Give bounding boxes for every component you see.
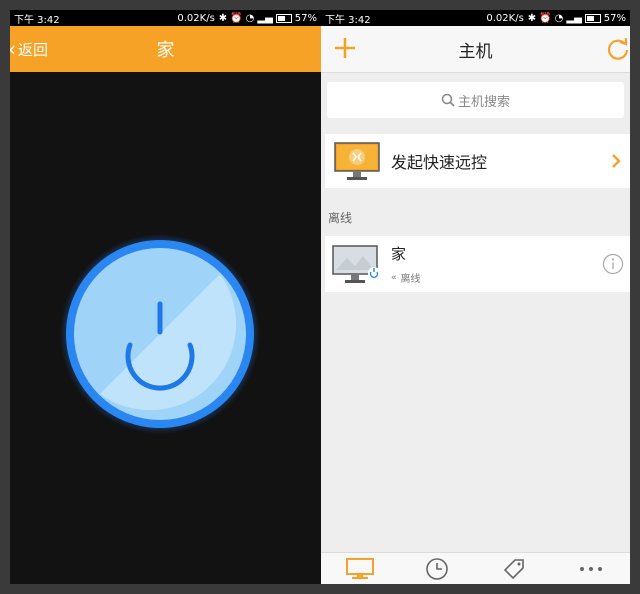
wifi-icon: ◔ bbox=[554, 12, 564, 24]
more-icon bbox=[580, 567, 603, 571]
search-icon bbox=[441, 93, 455, 107]
section-offline-label: 离线 bbox=[328, 211, 353, 225]
status-bar-right: 下午 3:42 0.02K/s ✱ ⏰ ◔ ▂▄ 57% bbox=[321, 10, 630, 26]
bluetooth-icon: ✱ bbox=[527, 12, 537, 24]
chevron-right-icon bbox=[612, 154, 621, 168]
battery-fill bbox=[277, 15, 285, 21]
right-header: 主机 bbox=[321, 26, 630, 73]
chevron-left-icon: ‹ bbox=[10, 37, 16, 61]
search-input[interactable]: 主机搜索 bbox=[327, 82, 624, 118]
wifi-icon: ◔ bbox=[245, 12, 255, 24]
host-item[interactable]: 家 « 离线 bbox=[325, 236, 630, 292]
power-button[interactable] bbox=[60, 234, 260, 434]
bluetooth-icon: ✱ bbox=[218, 12, 228, 24]
host-text: 家 « 离线 bbox=[391, 243, 602, 285]
status-network-speed: 0.02K/s bbox=[177, 12, 215, 24]
quick-remote-monitor-icon bbox=[334, 142, 380, 180]
host-status: « 离线 bbox=[391, 270, 602, 286]
status-time: 下午 3:42 bbox=[325, 14, 371, 26]
tab-hosts[interactable] bbox=[342, 555, 378, 583]
host-name: 家 bbox=[391, 245, 407, 263]
back-label: 返回 bbox=[18, 40, 49, 59]
signal-icon: ▂▄ bbox=[566, 12, 582, 24]
quick-remote-label: 发起快速远控 bbox=[391, 153, 488, 172]
add-button[interactable] bbox=[331, 34, 359, 62]
link-icon: « bbox=[391, 272, 397, 283]
info-icon[interactable] bbox=[602, 253, 624, 275]
status-icons: ✱ ⏰ ◔ ▂▄ 57% bbox=[528, 13, 626, 24]
alarm-icon: ⏰ bbox=[539, 12, 552, 24]
status-icons: ✱ ⏰ ◔ ▂▄ 57% bbox=[219, 13, 317, 24]
bottom-tab-bar bbox=[321, 552, 630, 584]
computer-offline-icon bbox=[332, 245, 380, 283]
search-placeholder: 主机搜索 bbox=[457, 94, 510, 110]
tab-history[interactable] bbox=[419, 555, 455, 583]
tag-icon bbox=[503, 559, 524, 580]
refresh-icon bbox=[607, 38, 629, 60]
battery-percent: 57% bbox=[603, 12, 626, 24]
power-control-screen: ‹ 返回 家 bbox=[10, 26, 321, 584]
alarm-icon: ⏰ bbox=[230, 12, 243, 24]
clock-icon bbox=[426, 558, 448, 580]
battery-icon bbox=[584, 13, 601, 23]
battery-icon bbox=[275, 13, 292, 23]
page-title: 家 bbox=[156, 40, 175, 61]
screenshot-frame: 下午 3:42 0.02K/s ✱ ⏰ ◔ ▂▄ 57% 下午 3:42 0.0… bbox=[10, 10, 630, 584]
quick-remote-item[interactable]: 发起快速远控 bbox=[325, 134, 630, 188]
page-title: 主机 bbox=[458, 41, 493, 62]
battery-fill bbox=[586, 15, 594, 21]
status-network-speed: 0.02K/s bbox=[486, 12, 524, 24]
tab-more[interactable] bbox=[573, 555, 609, 583]
plus-icon bbox=[335, 38, 355, 58]
signal-icon: ▂▄ bbox=[257, 12, 273, 24]
host-list-screen: 主机 主机搜索 发起快速远控 离线 家 « 离线 bbox=[321, 26, 630, 584]
refresh-button[interactable] bbox=[606, 36, 630, 62]
status-bar-left: 下午 3:42 0.02K/s ✱ ⏰ ◔ ▂▄ 57% bbox=[10, 10, 321, 26]
back-button[interactable]: ‹ 返回 bbox=[10, 26, 48, 72]
power-icon bbox=[60, 234, 260, 434]
status-time: 下午 3:42 bbox=[14, 14, 60, 26]
tab-tags[interactable] bbox=[496, 555, 532, 583]
left-header: ‹ 返回 家 bbox=[10, 26, 321, 72]
battery-percent: 57% bbox=[294, 12, 317, 24]
host-status-label: 离线 bbox=[400, 274, 421, 285]
monitor-icon bbox=[345, 558, 374, 579]
